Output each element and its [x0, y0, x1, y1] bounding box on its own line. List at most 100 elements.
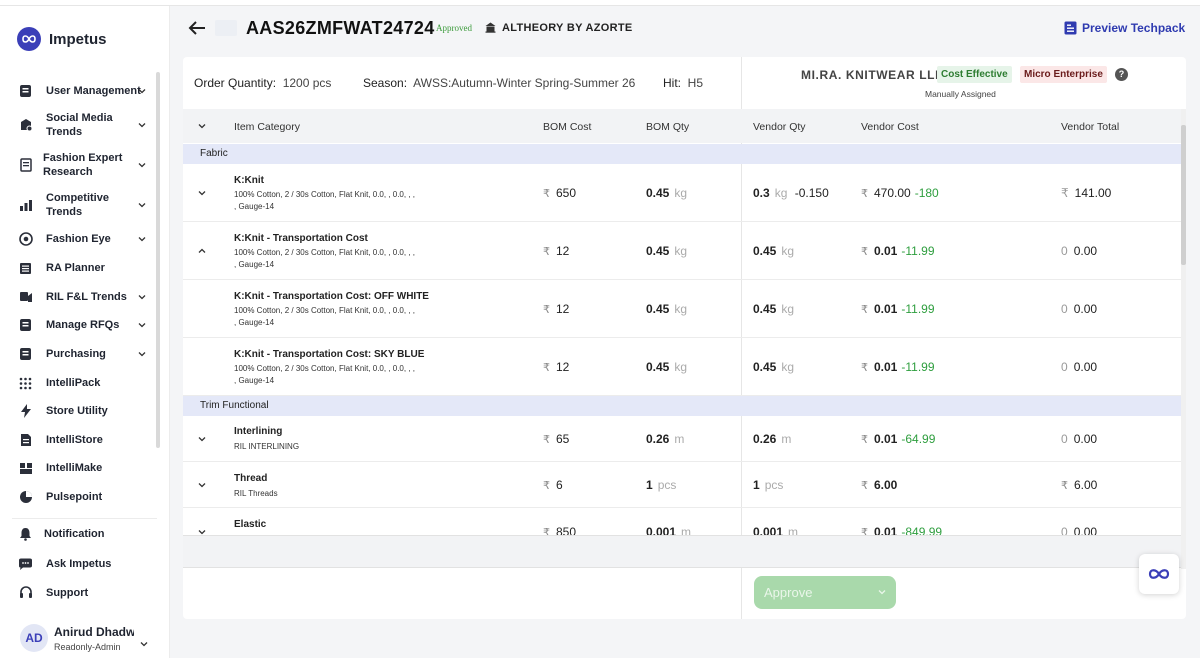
brand[interactable]: Impetus [17, 27, 107, 51]
currency-symbol: ₹ [861, 188, 868, 200]
vendor-qty: 0.45 kg [753, 244, 794, 258]
order-info: Order Quantity: 1200 pcs Season: AWSS:Au… [183, 57, 741, 109]
order-quantity-label: Order Quantity: [194, 76, 277, 90]
chevron-down-icon[interactable] [198, 481, 206, 489]
chevron-down-icon[interactable] [198, 122, 206, 130]
bom-qty-value: 1 [646, 478, 653, 492]
chevron-down-icon[interactable] [198, 528, 206, 535]
sidebar-item-ask-impetus[interactable]: Ask Impetus [0, 553, 156, 575]
currency-symbol: ₹ [861, 527, 868, 535]
chevron-down-icon [138, 163, 146, 168]
building-icon [485, 22, 496, 33]
vendor-qty-value: 1 [753, 478, 760, 492]
chevron-down-icon[interactable] [198, 435, 206, 443]
vendor-total-value: 6.00 [1074, 478, 1098, 492]
table-row[interactable]: K:Knit - Transportation Cost 100% Cotton… [183, 222, 1181, 280]
table-scrollbar[interactable] [1181, 109, 1186, 569]
user-name: Anirud Dhadwal [54, 625, 134, 639]
sidebar-item-manage-rfqs[interactable]: Manage RFQs [0, 314, 156, 336]
order-quantity: Order Quantity: 1200 pcs [194, 76, 331, 90]
approve-button[interactable]: Approve [754, 576, 896, 609]
sidebar-item-intellistore[interactable]: IntelliStore [0, 429, 156, 451]
total-prefix: ₹ [1061, 480, 1068, 492]
assignment-status: Manually Assigned [925, 89, 996, 99]
scrollbar-thumb[interactable] [1181, 125, 1186, 265]
costing-card: Order Quantity: 1200 pcs Season: AWSS:Au… [183, 57, 1186, 619]
help-icon[interactable]: ? [1115, 68, 1128, 81]
total-prefix: 0 [1061, 432, 1068, 446]
back-arrow-icon[interactable] [188, 20, 206, 36]
vendor-total: 0 0.00 [1061, 525, 1097, 535]
sidebar-item-ril-fl-trends[interactable]: RIL F&L Trends [0, 286, 156, 308]
table-row[interactable]: Thread RIL Threads ₹6 1 pcs 1 pcs ₹6.00 ₹6… [183, 462, 1181, 508]
total-prefix: 0 [1061, 360, 1068, 374]
preview-techpack-label: Preview Techpack [1082, 21, 1186, 35]
sidebar-scrollbar[interactable] [156, 72, 160, 448]
app-name: Impetus [49, 30, 107, 48]
sidebar-item-support[interactable]: Support [0, 582, 156, 604]
vendor-total-value: 0.00 [1073, 360, 1098, 374]
chevron-down-icon[interactable] [878, 588, 886, 596]
currency-symbol: ₹ [543, 246, 550, 258]
bom-cost-value: 850 [556, 525, 577, 535]
sidebar-item-label: RIL F&L Trends [46, 291, 127, 303]
sidebar-item-notification[interactable]: Notification [0, 523, 156, 545]
sidebar-item-intellimake[interactable]: IntelliMake [0, 457, 156, 479]
bom-qty-value: 0.45 [646, 360, 670, 374]
sidebar-item-intellipack[interactable]: IntelliPack [0, 372, 156, 394]
sidebar-item-fashion-expert-research[interactable]: Fashion Expert Research [0, 150, 156, 180]
headset-icon [18, 586, 33, 601]
currency-symbol: ₹ [543, 480, 550, 492]
sidebar-item-fashion-eye[interactable]: Fashion Eye [0, 228, 156, 250]
sidebar-item-label: IntelliMake [46, 462, 103, 474]
vendor-cost-diff: -180 [914, 186, 939, 200]
bom-cost: ₹12 [543, 360, 569, 374]
column-header: BOM Qty [646, 121, 690, 133]
sidebar-item-label: Fashion Expert Research [43, 152, 123, 178]
sidebar-item-user-management[interactable]: User Management [0, 80, 156, 102]
bom-qty: 1 pcs [646, 478, 676, 492]
vendor-total: 0 0.00 [1061, 360, 1097, 374]
bom-unit: kg [674, 244, 688, 258]
currency-symbol: ₹ [861, 480, 868, 492]
bom-qty: 0.45 kg [646, 360, 687, 374]
sidebar-item-purchasing[interactable]: Purchasing [0, 343, 156, 365]
table-row[interactable]: Interlining RIL INTERLINING ₹65 0.26 m 0.… [183, 416, 1181, 462]
sidebar-item-store-utility[interactable]: Store Utility [0, 400, 156, 422]
column-header: BOM Cost [543, 121, 592, 133]
vendor-total: 0 0.00 [1061, 302, 1097, 316]
page-header: AAS26ZMFWAT24724 Approved ALTHEORY BY AZ… [170, 6, 1200, 52]
assistant-fab-button[interactable] [1139, 554, 1179, 594]
sidebar-item-label: IntelliStore [46, 434, 103, 446]
item-title: Elastic [234, 519, 267, 530]
chevron-down-icon[interactable] [140, 640, 148, 648]
sidebar-item-social-media-trends[interactable]: Social Media Trends [0, 110, 156, 140]
sidebar-item-pulsepoint[interactable]: Pulsepoint [0, 486, 156, 508]
vendor-unit: kg [774, 186, 788, 200]
currency-symbol: ₹ [861, 362, 868, 374]
chevron-down-icon [138, 89, 146, 94]
preview-techpack-button[interactable]: Preview Techpack [1064, 21, 1185, 35]
table-row[interactable]: K:Knit - Transportation Cost: OFF WHITE … [183, 280, 1181, 338]
vendor-qty: 0.45 kg [753, 360, 794, 374]
currency-symbol: ₹ [543, 188, 550, 200]
sidebar-item-competitive-trends[interactable]: Competitive Trends [0, 190, 156, 220]
bom-qty-value: 0.45 [646, 244, 670, 258]
vendor-unit: pcs [764, 478, 784, 492]
chevron-up-icon[interactable] [198, 247, 206, 255]
approve-label: Approve [764, 585, 813, 600]
table-row[interactable]: K:Knit 100% Cotton, 2 / 30s Cotton, Flat… [183, 164, 1181, 222]
column-header: Item Category [234, 121, 300, 133]
vendor-qty: 1 pcs [753, 478, 783, 492]
vendor-total-value: 0.00 [1073, 302, 1098, 316]
sidebar-divider [12, 518, 157, 519]
vendor-cost: ₹0.01 -11.99 [861, 360, 935, 374]
vendor-qty: 0.45 kg [753, 302, 794, 316]
trends-icon [18, 290, 33, 305]
table-row[interactable]: K:Knit - Transportation Cost: SKY BLUE 1… [183, 338, 1181, 396]
sidebar-item-label: Social Media Trends [46, 112, 113, 138]
sidebar-item-ra-planner[interactable]: RA Planner [0, 257, 156, 279]
user-profile[interactable]: AD Anirud Dhadwal Readonly-Admin [20, 624, 134, 652]
chevron-down-icon[interactable] [198, 189, 206, 197]
table-row[interactable]: Elastic ₹850 0.001 m 0.001 m ₹0.01 -849.99 … [183, 508, 1181, 535]
